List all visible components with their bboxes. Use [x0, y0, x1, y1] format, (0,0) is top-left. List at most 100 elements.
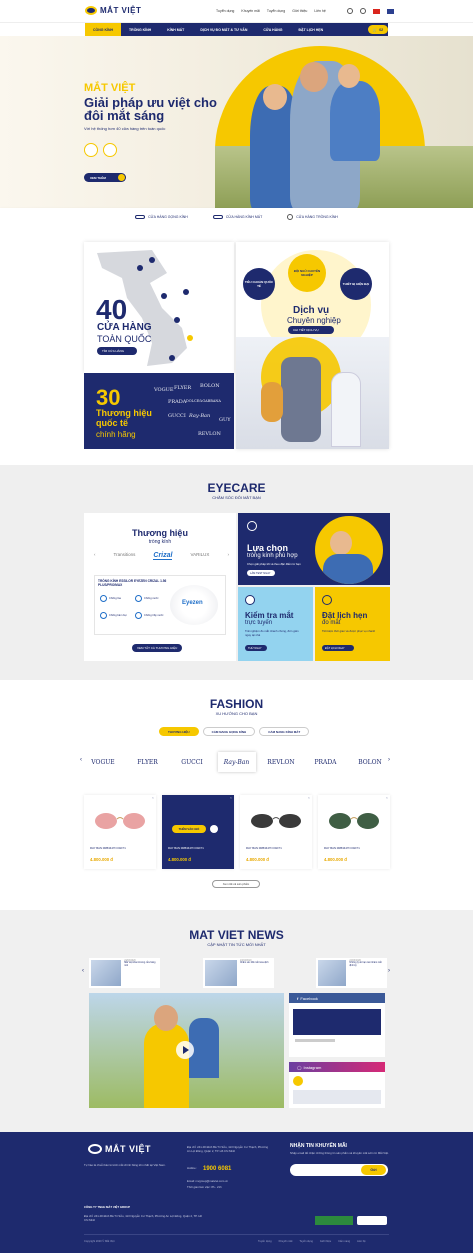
nav-eye-service[interactable]: DỊCH VỤ ĐO MẮT & TƯ VẤN [192, 23, 255, 36]
footer-link[interactable]: Giới thiệu [320, 1240, 331, 1243]
hero-banner [0, 36, 473, 208]
lens-brand-tab-active[interactable]: Crizal [153, 552, 173, 560]
search-icon[interactable] [347, 8, 353, 14]
top-link[interactable]: Tuyển dụng [267, 9, 285, 13]
anti-glare-icon [100, 595, 107, 602]
product-price: 4.800.000 đ [90, 857, 113, 862]
user-icon[interactable] [360, 8, 366, 14]
product-card[interactable]: ♡ RAY BAN 0RB3447N 002/71 4.800.000 đ [318, 795, 390, 869]
play-icon[interactable] [176, 1041, 194, 1059]
wishlist-icon[interactable]: ♡ [230, 797, 232, 800]
top-link[interactable]: Giới thiệu [292, 9, 307, 13]
brand-count-label: Thương hiệu quốc tế [96, 408, 152, 428]
chevron-right-icon[interactable]: › [388, 968, 390, 974]
wishlist-icon[interactable]: ♡ [152, 797, 154, 800]
brand-flyer[interactable]: FLYER [129, 752, 167, 772]
product-card-highlighted[interactable]: ♡ THÊM VÀO GIỎ RAY BAN 0RB3447N 002/71 4… [162, 795, 234, 869]
news-item[interactable]: 24/03/2020 Những lý do bạn nên khám mắt đ… [316, 958, 387, 988]
nav-booking[interactable]: ĐẶT LỊCH HẸN [290, 23, 331, 36]
store-frames-dropdown[interactable]: CỬA HÀNG GỌNG KÍNH [135, 214, 188, 219]
lens-brand-tab[interactable]: Transitions [114, 552, 136, 560]
chevron-left-icon[interactable]: ‹ [80, 757, 82, 763]
book-now-label: ĐẶT LỊCH NGAY [325, 646, 345, 650]
chevron-right-icon[interactable]: › [227, 552, 229, 560]
top-link[interactable]: Khuyến mãi [241, 9, 259, 13]
find-store-button[interactable]: TÌM CỬA HÀNG [97, 347, 137, 355]
product-name: RAY BAN 0RB3447N 002/71 [324, 846, 360, 850]
hero-title: Giải pháp ưu việt cho đôi mắt sáng [84, 95, 217, 123]
chevron-left-icon[interactable]: ‹ [82, 968, 84, 974]
try-now-button[interactable]: THỬ NGAY [245, 645, 267, 651]
lens-brand-tab[interactable]: VARILUX [191, 552, 210, 560]
footer-email[interactable]: Email: mvgroup@matviet.com.vn [187, 1179, 228, 1184]
tab-sunglasses-guide[interactable]: CẨM NANG KÍNH MÁT [259, 727, 310, 736]
lens-card-title: Thương hiệu [132, 528, 188, 538]
dmca-badge[interactable] [315, 1216, 353, 1225]
store-label: CỬA HÀNG KÍNH MÁT [225, 214, 263, 219]
product-name: RAY BAN 0RB3447N 002/71 [246, 846, 282, 850]
take-test-button[interactable]: LÀM TEST NGAY [247, 570, 275, 576]
photo-patient [261, 382, 283, 422]
wishlist-icon[interactable]: ♡ [386, 797, 388, 800]
book-now-button[interactable]: ĐẶT LỊCH NGAY [322, 645, 354, 651]
tab-brands[interactable]: THƯƠNG HIỆU [159, 727, 199, 736]
hero-title-brand: MẮT VIỆT [84, 82, 136, 94]
news-item[interactable]: 24/03/2020 Chăm sóc đôi mắt mùa dịch [203, 958, 274, 988]
brand-vogue[interactable]: VOGUE [84, 752, 122, 772]
news-subtitle: CẬP NHẬT TIN TỨC MỚI NHẤT [207, 942, 266, 947]
chevron-left-icon[interactable]: ‹ [94, 552, 96, 560]
nav-sunglasses[interactable]: KÍNH MÁT [159, 23, 192, 36]
tab-frames-guide[interactable]: CẨM NANG GỌNG KÍNH [202, 727, 256, 736]
footer-link[interactable]: Khuyến mãi [279, 1240, 293, 1243]
newsletter-submit-button[interactable]: Gửi [361, 1165, 386, 1175]
wishlist-icon[interactable]: ♡ [308, 797, 310, 800]
add-to-cart-button[interactable]: THÊM VÀO GIỎ [172, 825, 206, 833]
lens-product-image: Eyezen [170, 585, 218, 625]
top-link[interactable]: Tuyển dụng [216, 9, 234, 13]
brand-revlon[interactable]: REVLON [262, 752, 300, 772]
eye-icon [245, 595, 255, 605]
product-card[interactable]: ♡ RAY BAN 0RB3447N 002/71 4.800.000 đ [240, 795, 312, 869]
video-face [154, 1005, 178, 1031]
brand-bolon[interactable]: BOLON [351, 752, 389, 772]
product-card[interactable]: ♡ RAY BAN 0RB3447N 002/71 4.800.000 đ [84, 795, 156, 869]
view-all-products-button[interactable]: Xem tất cả sản phẩm [212, 880, 260, 888]
logo[interactable]: MẮT VIỆT [85, 6, 141, 15]
footer-link[interactable]: Liên hệ [357, 1240, 366, 1243]
footer-link[interactable]: Cẩm nang [338, 1240, 350, 1243]
store-sunglasses-dropdown[interactable]: CỬA HÀNG KÍNH MÁT [212, 214, 263, 219]
footer-link[interactable]: Tuyển dụng [299, 1240, 313, 1243]
lens-choice-icon [247, 521, 257, 531]
eye-check-desc: Trải nghiệm đo mắt nhanh chóng, đơn giản… [245, 629, 299, 637]
brand-logo: FLYER [174, 385, 192, 391]
store-lenses-dropdown[interactable]: CỬA HÀNG TRÒNG KÍNH [287, 213, 338, 220]
footer-logo[interactable]: MẮT VIỆT [88, 1144, 151, 1154]
eyecare-subtitle: CHĂM SÓC ĐÔI MẮT BẠN [212, 495, 261, 500]
photo-face [330, 531, 352, 555]
brand-gucci[interactable]: GUCCI [173, 752, 211, 772]
brand-rayban[interactable]: Ray-Ban [217, 752, 256, 772]
footer-link[interactable]: Tuyển dụng [258, 1240, 272, 1243]
cart-button[interactable]: 🛒 02 [368, 25, 388, 34]
vn-flag-icon[interactable] [373, 8, 380, 14]
hero-cta-button[interactable]: XEM THÊM [84, 173, 126, 182]
uk-flag-icon[interactable] [387, 8, 394, 14]
top-link[interactable]: Liên hệ [314, 9, 325, 13]
service-detail-button[interactable]: CHI TIẾT DỊCH VỤ [288, 326, 334, 334]
news-item[interactable]: 24/03/2020 Mắt Việt khai trương cửa hàng … [89, 958, 160, 988]
footer-company: CÔNG TY TNHH MẮT VIỆT GROUP [84, 1205, 131, 1209]
brand-prada[interactable]: PRADA [307, 752, 345, 772]
cart-icon[interactable] [210, 825, 218, 833]
registered-badge[interactable] [357, 1216, 387, 1225]
choose-lens-subtitle: tròng kính phù hợp [247, 553, 298, 559]
main-nav: CÒNG KÍNH TRÒNG KÍNH KÍNH MÁT DỊCH VỤ ĐO… [85, 23, 388, 36]
service-bubble: THIẾT BỊ HIỆN ĐẠI [340, 268, 372, 300]
hotline-number[interactable]: 1900 6081 [203, 1166, 231, 1172]
booking-title: Đặt lịch hẹn [322, 611, 368, 620]
nav-frames[interactable]: CÒNG KÍNH [85, 23, 122, 36]
photo-doctor [331, 372, 361, 447]
nav-stores[interactable]: CỬA HÀNG [255, 23, 290, 36]
dust-icon [100, 612, 107, 619]
all-lens-brands-button[interactable]: XEM TẤT CẢ THƯƠNG HIỆU [132, 644, 182, 652]
nav-lenses[interactable]: TRÒNG KÍNH [121, 23, 159, 36]
